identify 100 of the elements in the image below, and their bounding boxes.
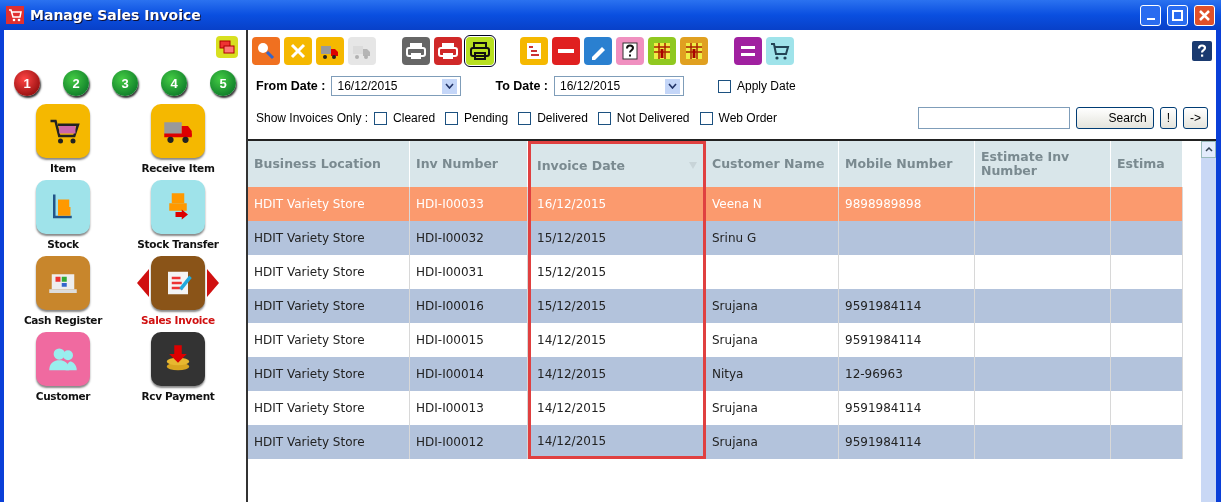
minimize-icon: [1146, 17, 1155, 20]
nav-item-label[interactable]: Stock: [47, 238, 79, 250]
search-icon[interactable]: [252, 37, 280, 65]
table-cell: HDIT Variety Store: [248, 221, 410, 255]
checkbox-label: Apply Date: [737, 79, 796, 93]
cart-icon: [6, 6, 24, 24]
nav-item-label[interactable]: Sales Invoice: [141, 314, 215, 326]
nav-item-label[interactable]: Receive Item: [141, 162, 215, 174]
printer-icon[interactable]: [466, 37, 494, 65]
table-cell: HDI-I00033: [410, 187, 528, 221]
checkbox[interactable]: [374, 111, 388, 125]
table-cell: HDIT Variety Store: [248, 357, 410, 391]
table-cell: [1111, 221, 1183, 255]
register-tile-icon[interactable]: [36, 256, 90, 310]
action-button[interactable]: ->: [1183, 107, 1208, 129]
transfer-tile-icon[interactable]: [151, 180, 205, 234]
table-cell: 15/12/2015: [528, 255, 706, 289]
table-cell: [1111, 289, 1183, 323]
checkbox-label: Not Delivered: [616, 111, 690, 125]
right-arrow-icon: [207, 269, 219, 297]
checkbox-label: Delivered: [537, 111, 588, 125]
nav-item-label[interactable]: Item: [50, 162, 76, 174]
table-cell: HDI-I00012: [410, 425, 528, 459]
maximize-button[interactable]: [1167, 4, 1188, 26]
chevron-down-icon: [445, 83, 455, 89]
nav-item-label[interactable]: Rcv Payment: [141, 390, 215, 402]
step-button[interactable]: 1: [14, 70, 40, 96]
search-button[interactable]: Search: [1075, 107, 1154, 129]
from-date-field[interactable]: 16/12/2015: [331, 76, 462, 96]
left-arrow-icon: [137, 269, 149, 297]
table-cell: 9898989898: [839, 187, 975, 221]
table-cell: 14/12/2015: [528, 357, 706, 391]
table-cell: Srinu G: [706, 221, 839, 255]
chevron-down-icon: [668, 83, 677, 89]
maximize-icon: [1172, 9, 1183, 21]
table-icon[interactable]: [648, 37, 676, 65]
nav-item-label[interactable]: Cash Register: [23, 314, 103, 326]
scrollbar[interactable]: [1201, 141, 1216, 502]
table-cell: HDIT Variety Store: [248, 425, 410, 459]
table-cell: HDIT Variety Store: [248, 289, 410, 323]
payment-tile-icon[interactable]: [151, 332, 205, 386]
truck-icon[interactable]: [316, 37, 344, 65]
to-date-label: To Date :: [495, 79, 548, 93]
table-cell: [1111, 187, 1183, 221]
cart-tile-icon[interactable]: [36, 104, 90, 158]
checkbox-label: Web Order: [718, 111, 777, 125]
chevron-up-icon: [1204, 147, 1213, 152]
table-cell: 14/12/2015: [528, 391, 706, 425]
nav-item-label[interactable]: Customer: [35, 390, 91, 402]
pencil-icon[interactable]: [584, 37, 612, 65]
minimize-button[interactable]: [1140, 4, 1161, 26]
table-cell: HDI-I00014: [410, 357, 528, 391]
table-cell: [1111, 425, 1183, 459]
printer-icon[interactable]: [402, 37, 430, 65]
table-cell: HDIT Variety Store: [248, 187, 410, 221]
trolley-tile-icon[interactable]: [36, 180, 90, 234]
table-cell: 16/12/2015: [528, 187, 706, 221]
table-cell: 9591984114: [839, 425, 975, 459]
checkbox-label: Cleared: [393, 111, 436, 125]
table-cell: Srujana: [706, 425, 839, 459]
truck-tile-icon[interactable]: [151, 104, 205, 158]
table-cell: 9591984114: [839, 289, 975, 323]
table-cell: 14/12/2015: [528, 323, 706, 357]
window-title: Manage Sales Invoice: [30, 7, 202, 23]
checkbox-label: Pending: [464, 111, 509, 125]
table-icon[interactable]: [680, 37, 708, 65]
nav-item-label[interactable]: Stock Transfer: [137, 238, 219, 250]
question-icon[interactable]: [616, 37, 644, 65]
table-cell: HDI-I00016: [410, 289, 528, 323]
table-cell: Nitya: [706, 357, 839, 391]
table-cell: 15/12/2015: [528, 289, 706, 323]
invoice-tile-icon[interactable]: [151, 256, 205, 310]
checkbox[interactable]: [597, 111, 611, 125]
close-button[interactable]: [1194, 4, 1215, 26]
close-icon: [1199, 9, 1210, 21]
table-cell: HDI-I00032: [410, 221, 528, 255]
step-button[interactable]: 2: [63, 70, 89, 96]
action-button[interactable]: !: [1159, 107, 1177, 129]
checkbox[interactable]: [445, 111, 459, 125]
table-cell: 15/12/2015: [528, 221, 706, 255]
table-cell: Veena N: [706, 187, 839, 221]
to-date-field[interactable]: 16/12/2015: [554, 76, 684, 96]
equals-icon[interactable]: [734, 37, 762, 65]
table-cell: 12-96963: [839, 357, 975, 391]
table-cell: [1111, 357, 1183, 391]
step-button[interactable]: 3: [112, 70, 138, 96]
step-button[interactable]: 5: [210, 70, 236, 96]
help-icon[interactable]: [1192, 41, 1212, 61]
people-tile-icon[interactable]: [36, 332, 90, 386]
from-date-label: From Date :: [256, 79, 326, 93]
checkbox[interactable]: [699, 111, 713, 125]
checkbox[interactable]: [718, 79, 731, 93]
search-field[interactable]: [917, 107, 1070, 129]
checkbox[interactable]: [518, 111, 532, 125]
minus-icon[interactable]: [552, 37, 580, 65]
cart-icon[interactable]: [766, 37, 794, 65]
table-cell: 14/12/2015: [528, 425, 706, 459]
filter-label: Show Invoices Only :: [256, 111, 369, 125]
windows-icon[interactable]: [216, 36, 238, 58]
document-icon[interactable]: [520, 37, 548, 65]
